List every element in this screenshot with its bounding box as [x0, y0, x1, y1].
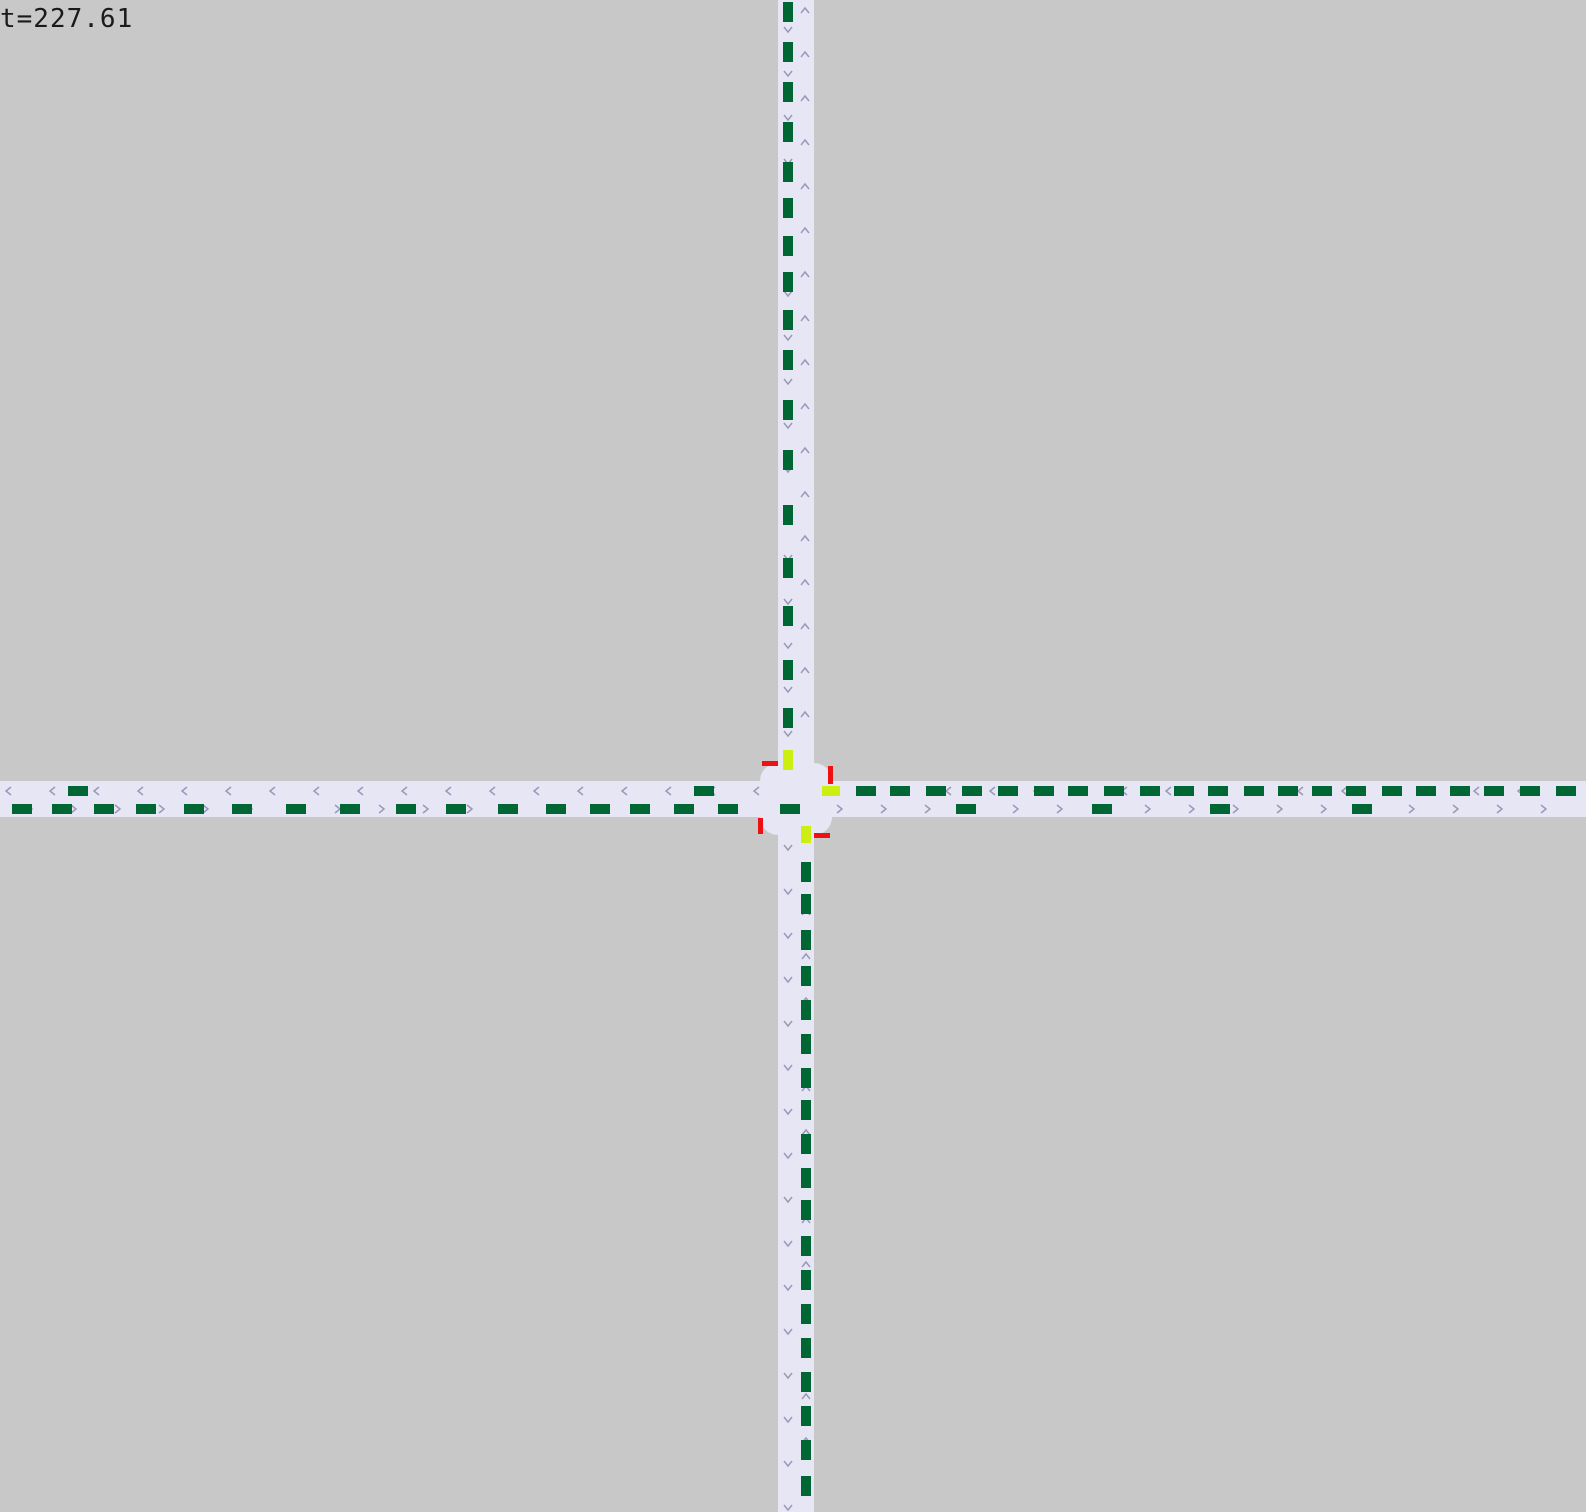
vehicle-marker-icon — [1382, 786, 1402, 796]
vehicle-marker-icon — [801, 1200, 811, 1220]
vehicle-marker-icon — [783, 162, 793, 182]
red-signal-icon — [814, 833, 830, 838]
vehicle-marker-icon — [1312, 786, 1332, 796]
vehicle-marker-icon — [783, 122, 793, 142]
vehicle-marker-icon — [783, 198, 793, 218]
vehicle-marker-icon — [12, 804, 32, 814]
vehicle-marker-icon — [783, 606, 793, 626]
vehicle-marker-icon — [801, 1068, 811, 1088]
intersection — [760, 763, 832, 835]
vehicle-marker-icon — [590, 804, 610, 814]
vehicle-marker-icon — [340, 804, 360, 814]
vehicle-marker-icon — [801, 1440, 811, 1460]
vehicle-marker-icon — [801, 1168, 811, 1188]
traffic-simulation-canvas — [0, 0, 1586, 1512]
vehicle-marker-icon — [783, 660, 793, 680]
vehicle-marker-icon — [184, 804, 204, 814]
vehicle-marker-icon — [446, 804, 466, 814]
vehicle-marker-icon — [1034, 786, 1054, 796]
vehicle-marker-icon — [674, 804, 694, 814]
vehicle-marker-icon — [1210, 804, 1230, 814]
vehicle-marker-icon — [1346, 786, 1366, 796]
vehicle-marker-icon — [136, 804, 156, 814]
vehicle-marker-icon — [783, 450, 793, 470]
vehicle-marker-icon — [68, 786, 88, 796]
vehicle-marker-icon — [801, 1270, 811, 1290]
vehicle-marker-icon — [801, 930, 811, 950]
vehicle-marker-icon — [783, 236, 793, 256]
vehicle-marker-icon — [630, 804, 650, 814]
vehicle-marker-icon — [1068, 786, 1088, 796]
vehicle-marker-icon — [801, 1236, 811, 1256]
vehicle-marker-icon — [1278, 786, 1298, 796]
vehicle-marker-icon — [801, 1000, 811, 1020]
vehicle-marker-icon — [801, 862, 811, 882]
vehicle-marker-icon — [783, 310, 793, 330]
vehicle-marker-icon — [546, 804, 566, 814]
vehicle-marker-icon — [801, 1338, 811, 1358]
vehicle-marker-icon — [1174, 786, 1194, 796]
vehicle-marker-icon — [1244, 786, 1264, 796]
vehicle-marker-icon — [956, 804, 976, 814]
red-signal-icon — [828, 766, 833, 784]
vehicle-marker-icon — [783, 558, 793, 578]
vehicle-marker-icon — [822, 786, 840, 796]
vehicle-marker-icon — [1140, 786, 1160, 796]
vehicle-marker-icon — [1104, 786, 1124, 796]
vehicle-marker-icon — [1484, 786, 1504, 796]
vehicle-marker-icon — [801, 1100, 811, 1120]
simulation-time-label: t=227.61 — [0, 4, 134, 34]
vehicle-marker-icon — [1450, 786, 1470, 796]
vehicle-marker-icon — [286, 804, 306, 814]
red-signal-icon — [762, 761, 778, 766]
vehicle-marker-icon — [801, 1304, 811, 1324]
vehicle-marker-icon — [694, 786, 714, 796]
vehicle-marker-icon — [783, 505, 793, 525]
vehicle-marker-icon — [1520, 786, 1540, 796]
vehicle-marker-icon — [1208, 786, 1228, 796]
vehicle-marker-icon — [718, 804, 738, 814]
vehicle-marker-icon — [783, 42, 793, 62]
vehicle-marker-icon — [890, 786, 910, 796]
vehicle-marker-icon — [801, 1406, 811, 1426]
vehicle-marker-icon — [801, 1476, 811, 1496]
vehicle-marker-icon — [783, 350, 793, 370]
vehicle-marker-icon — [232, 804, 252, 814]
vehicle-marker-icon — [780, 804, 800, 814]
vehicle-marker-icon — [783, 82, 793, 102]
vehicle-marker-icon — [926, 786, 946, 796]
vehicle-marker-icon — [801, 1372, 811, 1392]
red-signal-icon — [758, 818, 763, 834]
vehicle-marker-icon — [1092, 804, 1112, 814]
vehicle-marker-icon — [1556, 786, 1576, 796]
vehicle-marker-icon — [1352, 804, 1372, 814]
vehicle-marker-icon — [801, 826, 811, 843]
vehicle-marker-icon — [856, 786, 876, 796]
vehicle-marker-icon — [783, 708, 793, 728]
vehicle-marker-icon — [783, 400, 793, 420]
vehicle-marker-icon — [396, 804, 416, 814]
vehicle-marker-icon — [1416, 786, 1436, 796]
vehicle-marker-icon — [52, 804, 72, 814]
vehicle-marker-icon — [998, 786, 1018, 796]
vehicle-marker-icon — [498, 804, 518, 814]
vehicle-marker-icon — [801, 1134, 811, 1154]
vehicle-marker-icon — [962, 786, 982, 796]
vehicle-marker-icon — [94, 804, 114, 814]
vehicle-marker-icon — [783, 750, 793, 770]
vehicle-marker-icon — [783, 2, 793, 22]
vehicle-marker-icon — [801, 1034, 811, 1054]
vehicle-marker-icon — [801, 966, 811, 986]
vehicle-marker-icon — [801, 894, 811, 914]
vehicle-marker-icon — [783, 272, 793, 292]
